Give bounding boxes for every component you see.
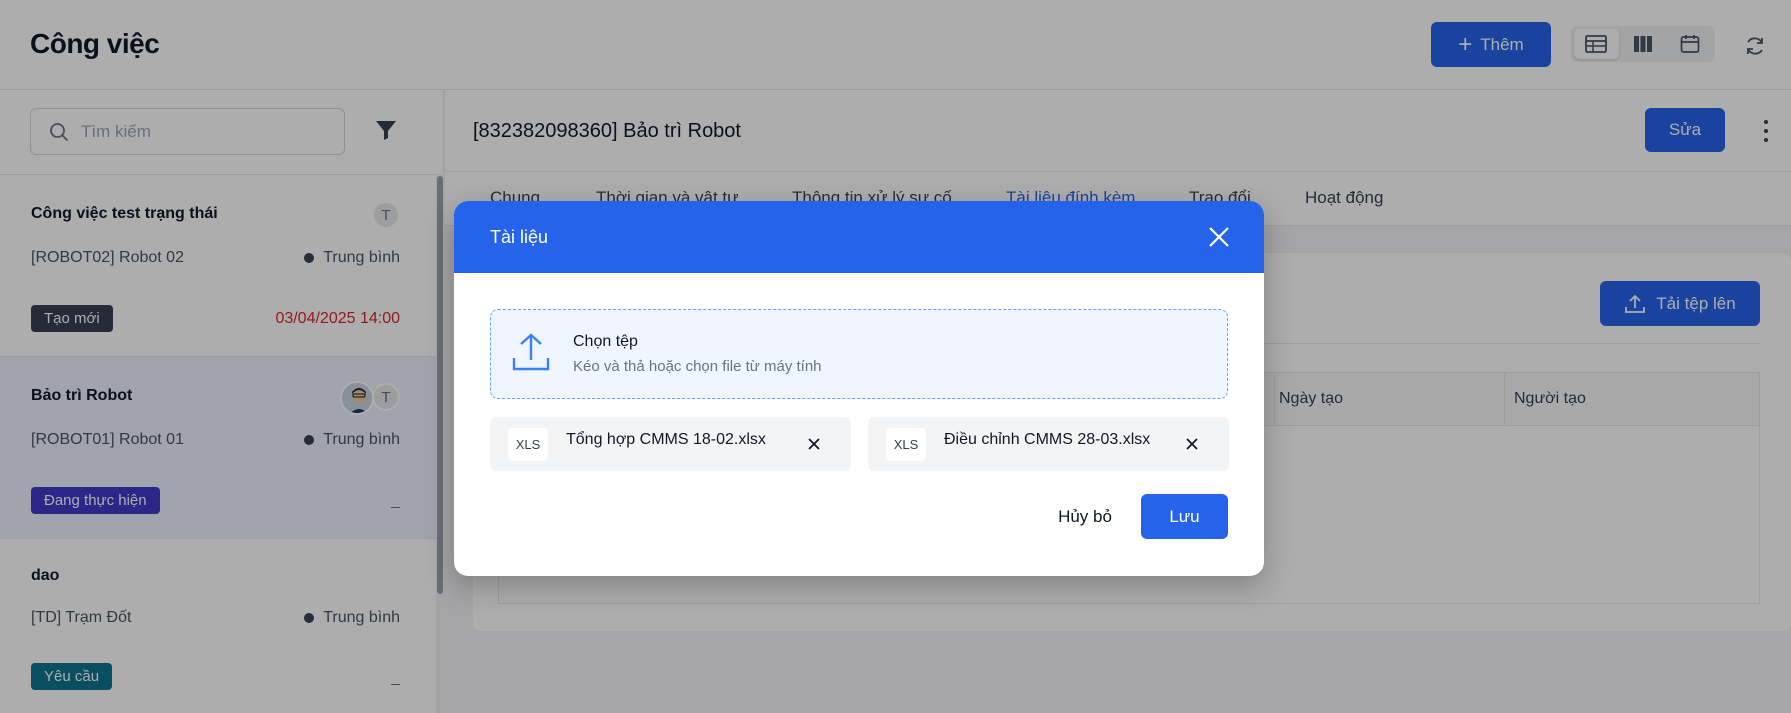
file-name: Tổng hợp CMMS 18-02.xlsx bbox=[566, 431, 766, 448]
upload-icon bbox=[512, 333, 550, 371]
close-icon[interactable] bbox=[1206, 224, 1232, 250]
dropzone-hint: Kéo và thả hoặc chọn file từ máy tính bbox=[573, 358, 822, 375]
xls-file-icon: XLS bbox=[508, 428, 548, 461]
modal-header: Tài liệu bbox=[454, 201, 1264, 273]
file-dropzone[interactable]: Chọn tệp Kéo và thả hoặc chọn file từ má… bbox=[490, 309, 1228, 399]
remove-file-icon[interactable] bbox=[806, 436, 822, 452]
file-chip: XLS Điều chỉnh CMMS 28-03.xlsx bbox=[868, 417, 1229, 471]
save-button[interactable]: Lưu bbox=[1141, 494, 1228, 539]
modal-title: Tài liệu bbox=[490, 227, 549, 247]
documents-modal: Tài liệu Chọn tệp Kéo và thả hoặc chọn f… bbox=[454, 201, 1264, 576]
dropzone-title: Chọn tệp bbox=[573, 333, 638, 350]
file-chip: XLS Tổng hợp CMMS 18-02.xlsx bbox=[490, 417, 851, 471]
file-name: Điều chỉnh CMMS 28-03.xlsx bbox=[944, 431, 1151, 448]
cancel-button[interactable]: Hủy bỏ bbox=[1037, 494, 1133, 539]
xls-file-icon: XLS bbox=[886, 428, 926, 461]
remove-file-icon[interactable] bbox=[1184, 436, 1200, 452]
